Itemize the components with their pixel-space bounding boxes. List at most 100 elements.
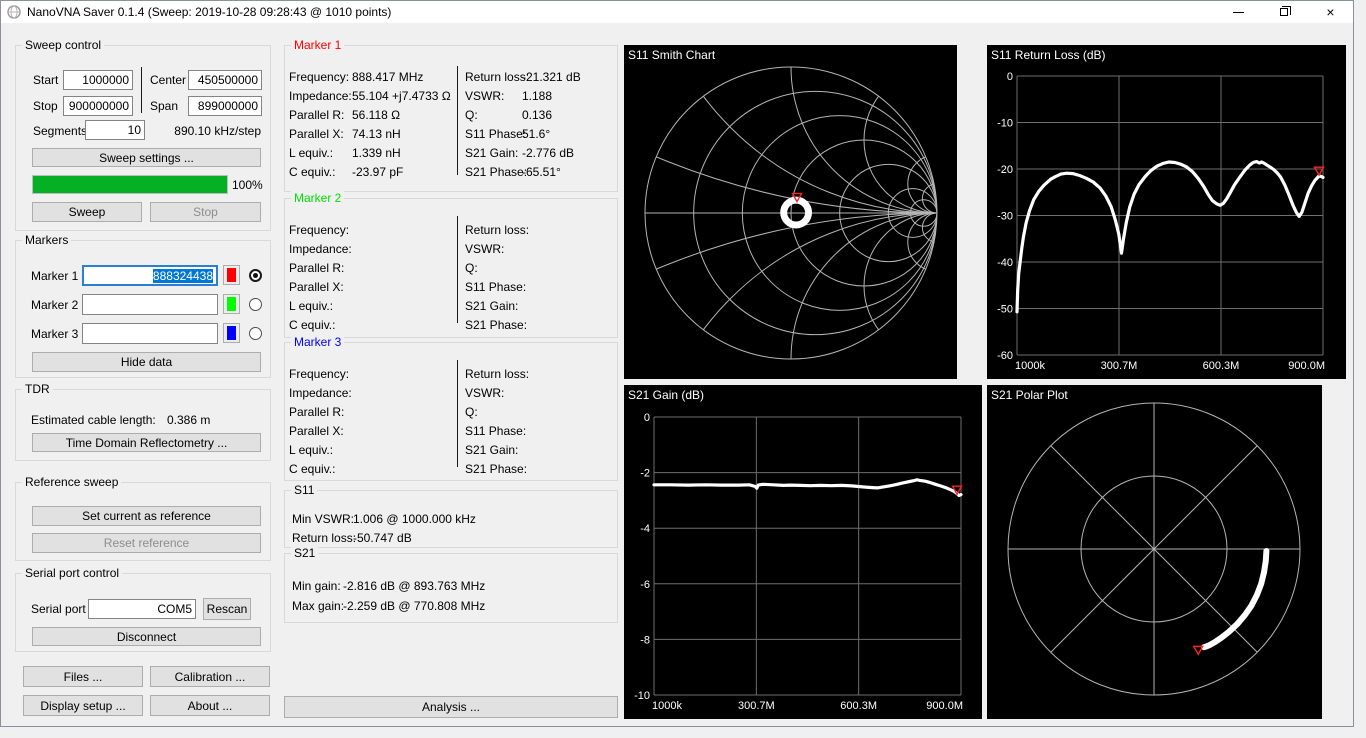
smith-grid [624,45,957,379]
disconnect-button[interactable]: Disconnect [32,627,261,646]
app-icon [7,5,21,19]
detail-label: Parallel X: [289,424,344,438]
detail-label: L equiv.: [289,146,333,160]
detail-label: Parallel X: [289,127,344,141]
restore-icon [1280,8,1288,16]
stop-input[interactable] [63,96,133,116]
group-title: Reference sweep [22,475,121,489]
y-tick-label: 0 [644,412,650,424]
segments-label: Segments [33,124,87,138]
divider [141,67,142,113]
marker1-label: Marker 1 [31,269,78,283]
tdr-button[interactable]: Time Domain Reflectometry ... [32,433,261,452]
s11-row-value: 1.006 @ 1000.000 kHz [353,512,476,526]
detail-label: S21 Gain: [465,146,518,160]
stop-button[interactable]: Stop [150,202,261,222]
sweep-button[interactable]: Sweep [32,202,142,222]
detail-label: VSWR: [465,386,504,400]
files-button[interactable]: Files ... [23,666,143,687]
s11-return-loss-chart[interactable]: S11 Return Loss (dB)1000k300.7M600.3M900… [987,45,1346,379]
x-tick-label: 300.7M [1101,360,1138,372]
marker2-input[interactable] [82,294,218,315]
span-input[interactable] [188,96,262,116]
detail-label: C equiv.: [289,462,335,476]
detail-label: S11 Phase: [465,127,526,141]
detail-value: 888.417 MHz [352,70,423,84]
close-button[interactable]: × [1308,1,1353,23]
group-title: TDR [22,382,53,396]
detail-label: Impedance: [289,386,352,400]
detail-label: Parallel R: [289,108,344,122]
detail-value: 55.104 +j7.4733 Ω [352,89,451,103]
stop-label: Stop [33,99,58,113]
span-label: Span [150,99,178,113]
set-reference-button[interactable]: Set current as reference [32,506,261,526]
titlebar: NanoVNA Saver 0.1.4 (Sweep: 2019-10-28 0… [1,1,1353,23]
marker3-input[interactable] [82,323,218,344]
y-tick-label: -30 [997,211,1013,223]
polar-spoke [1154,549,1257,652]
reset-reference-button[interactable]: Reset reference [32,533,261,553]
divider [457,66,458,175]
data-trace [1204,551,1266,647]
x-tick-label: 300.7M [738,700,775,712]
marker1-input[interactable]: 888324438 [82,265,218,286]
detail-label: VSWR: [465,242,504,256]
detail-value: -65.51° [522,165,561,179]
chart-title: S11 Smith Chart [628,48,716,62]
marker2-color-swatch [227,297,236,311]
marker3-color-button[interactable] [223,323,240,343]
y-tick-label: -50 [997,304,1013,316]
serial-port-input[interactable] [88,599,196,619]
detail-value: 1.339 nH [352,146,401,160]
marker-triangle-icon [1315,167,1324,175]
s21-polar-plot[interactable]: S21 Polar Plot [987,385,1322,719]
x-tick-label: 1000k [1015,360,1045,372]
detail-label: Q: [465,405,478,419]
restore-button[interactable] [1262,1,1307,23]
minimize-icon [1233,12,1244,13]
minimize-button[interactable] [1216,1,1261,23]
window-title: NanoVNA Saver 0.1.4 (Sweep: 2019-10-28 0… [27,5,391,19]
sweep-progress-bar [32,175,228,194]
center-input[interactable] [188,70,262,90]
detail-label: Return loss: [465,70,529,84]
marker1-radio[interactable] [249,269,262,282]
s11-smith-chart[interactable]: S11 Smith Chart [624,45,957,379]
analysis-button[interactable]: Analysis ... [284,696,618,718]
x-tick-label: 600.3M [1203,360,1240,372]
s21-gain-chart[interactable]: S21 Gain (dB)1000k300.7M600.3M900.0M0-2-… [624,385,982,719]
x-tick-label: 1000k [652,700,682,712]
detail-label: Impedance: [289,89,352,103]
hide-data-button[interactable]: Hide data [32,352,261,372]
rescan-button[interactable]: Rescan [203,598,251,620]
start-label: Start [33,73,58,87]
segments-input[interactable] [85,120,145,140]
y-tick-label: -20 [997,164,1013,176]
start-input[interactable] [63,70,133,90]
s21-polar-plot-canvas: S21 Polar Plot [987,385,1322,719]
detail-label: L equiv.: [289,299,333,313]
marker2-radio[interactable] [249,298,262,311]
detail-value: -23.97 pF [352,165,403,179]
about-button[interactable]: About ... [150,695,270,716]
detail-label: Parallel R: [289,261,344,275]
s21-row-label: Max gain: [292,599,344,613]
calibration-button[interactable]: Calibration ... [150,666,270,687]
detail-label: Parallel X: [289,280,344,294]
detail-label: S11 Phase: [465,280,526,294]
progress-label: 100% [232,178,263,192]
detail-value: 1.188 [522,89,552,103]
marker2-color-button[interactable] [223,294,240,314]
y-tick-label: 0 [1007,71,1013,83]
display-setup-button[interactable]: Display setup ... [23,695,143,716]
s21-row-value: -2.816 dB @ 893.763 MHz [343,579,485,593]
group-title: Serial port control [22,566,122,580]
sweep-settings-button[interactable]: Sweep settings ... [32,148,261,167]
polar-spoke [1051,446,1154,549]
data-trace [1017,162,1323,312]
detail-label: S21 Phase: [465,165,527,179]
marker1-color-button[interactable] [223,265,240,285]
marker3-radio[interactable] [249,327,262,340]
marker1-value: 888324438 [153,269,213,283]
